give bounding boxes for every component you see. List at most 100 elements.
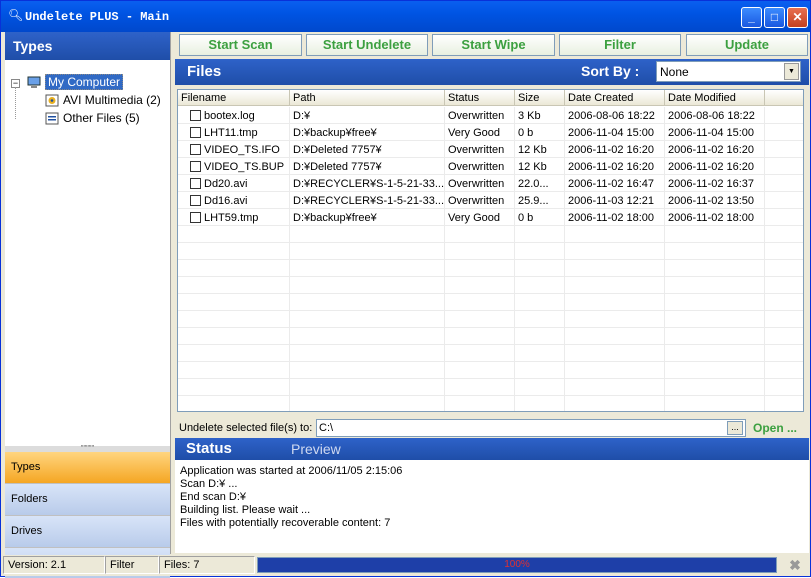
col-size[interactable]: Size — [515, 90, 565, 105]
table-cell — [565, 379, 665, 396]
start-undelete-button[interactable]: Start Undelete — [306, 34, 428, 56]
col-date-modified[interactable]: Date Modified — [665, 90, 765, 105]
table-row[interactable]: LHT59.tmp D:¥backup¥free¥ Very Good 0 b 2006… — [178, 209, 803, 226]
type-tree: − My Computer AVI Multimedia (2) Other F… — [5, 60, 170, 446]
table-row[interactable]: VIDEO_TS.BUP D:¥Deleted 7757¥ Overwritten 1… — [178, 158, 803, 175]
table-cell — [565, 311, 665, 328]
cancel-icon[interactable]: ✖ — [787, 557, 803, 573]
table-cell: Overwritten — [445, 107, 515, 124]
row-checkbox[interactable] — [190, 161, 201, 172]
cell-text: VIDEO_TS.IFO — [204, 144, 280, 156]
table-cell: 2006-11-02 13:50 — [665, 192, 765, 209]
table-cell: VIDEO_TS.BUP — [178, 158, 290, 175]
table-row[interactable]: Dd16.avi D:¥RECYCLER¥S-1-5-21-33... Overwr… — [178, 192, 803, 209]
tree-line — [15, 87, 16, 119]
sort-by-select[interactable]: None ▼ — [656, 61, 801, 82]
table-cell — [565, 226, 665, 243]
table-cell — [290, 277, 445, 294]
browse-button[interactable]: ... — [727, 421, 743, 435]
table-cell — [178, 328, 290, 345]
cell-text: D:¥ — [293, 110, 311, 122]
start-scan-button[interactable]: Start Scan — [179, 34, 302, 56]
table-cell: Overwritten — [445, 158, 515, 175]
tab-preview[interactable]: Preview — [291, 441, 341, 457]
table-cell — [178, 294, 290, 311]
nav-folders-button[interactable]: Folders — [5, 484, 170, 516]
col-status[interactable]: Status — [445, 90, 515, 105]
table-cell — [765, 243, 803, 260]
table-cell — [765, 294, 803, 311]
table-cell — [765, 260, 803, 277]
cell-text: bootex.log — [204, 110, 255, 122]
chevron-down-icon[interactable]: ▼ — [784, 63, 799, 80]
tree-item-other-files[interactable]: Other Files (5) — [45, 111, 140, 125]
update-button[interactable]: Update — [686, 34, 808, 56]
table-cell — [565, 396, 665, 411]
table-cell: Overwritten — [445, 192, 515, 209]
cell-text: D:¥Deleted 7757¥ — [293, 144, 382, 156]
table-cell — [665, 311, 765, 328]
table-cell — [765, 362, 803, 379]
table-cell — [515, 311, 565, 328]
table-row[interactable]: bootex.log D:¥ Overwritten 3 Kb 2006-08-06 1… — [178, 107, 803, 124]
cell-text: 2006-11-02 18:00 — [668, 212, 755, 224]
table-cell: 25.9... — [515, 192, 565, 209]
cell-text: 22.0... — [518, 178, 549, 190]
cell-text: LHT59.tmp — [204, 212, 259, 224]
row-checkbox[interactable] — [190, 110, 201, 121]
table-cell: D:¥backup¥free¥ — [290, 124, 445, 141]
tree-item-avi-multimedia[interactable]: AVI Multimedia (2) — [45, 93, 161, 107]
tree-item-my-computer[interactable]: My Computer — [27, 74, 124, 90]
table-cell: 2006-11-02 16:20 — [565, 158, 665, 175]
cell-text: D:¥backup¥free¥ — [293, 212, 377, 224]
table-row[interactable]: LHT11.tmp D:¥backup¥free¥ Very Good 0 b 2006… — [178, 124, 803, 141]
tab-status[interactable]: Status — [186, 440, 232, 457]
maximize-button[interactable]: □ — [764, 7, 785, 28]
table-cell — [765, 277, 803, 294]
destination-input[interactable]: C:\ ... — [316, 419, 746, 437]
table-row — [178, 396, 803, 411]
nav-drives-button[interactable]: Drives — [5, 516, 170, 548]
table-cell — [565, 243, 665, 260]
row-checkbox[interactable] — [190, 195, 201, 206]
table-cell — [565, 294, 665, 311]
col-filename[interactable]: Filename — [178, 90, 290, 105]
table-cell — [765, 107, 803, 124]
minimize-button[interactable]: _ — [741, 7, 762, 28]
cell-text: 2006-11-02 16:20 — [568, 144, 655, 156]
table-cell — [290, 294, 445, 311]
cell-text: 2006-11-02 16:20 — [668, 144, 755, 156]
table-cell: D:¥RECYCLER¥S-1-5-21-33... — [290, 192, 445, 209]
table-cell: 2006-11-02 18:00 — [565, 209, 665, 226]
table-row[interactable]: Dd20.avi D:¥RECYCLER¥S-1-5-21-33... Overwr… — [178, 175, 803, 192]
table-cell — [515, 362, 565, 379]
table-cell: LHT59.tmp — [178, 209, 290, 226]
log-line: Application was started at 2006/11/05 2:… — [180, 465, 403, 477]
table-cell: 2006-08-06 18:22 — [665, 107, 765, 124]
title-bar[interactable]: 🔍︎ Undelete PLUS - Main _ □ ✕ — [1, 1, 810, 32]
cell-text: 0 b — [518, 212, 534, 224]
table-cell — [445, 226, 515, 243]
table-cell — [665, 396, 765, 411]
table-cell — [765, 175, 803, 192]
start-wipe-button[interactable]: Start Wipe — [432, 34, 555, 56]
row-checkbox[interactable] — [190, 127, 201, 138]
table-row[interactable]: VIDEO_TS.IFO D:¥Deleted 7757¥ Overwritten 1… — [178, 141, 803, 158]
cell-text: Overwritten — [448, 144, 505, 156]
col-date-created[interactable]: Date Created — [565, 90, 665, 105]
tree-label: Other Files (5) — [63, 111, 140, 125]
table-cell: 3 Kb — [515, 107, 565, 124]
table-cell — [515, 396, 565, 411]
cell-text: Very Good — [448, 127, 500, 139]
row-checkbox[interactable] — [190, 212, 201, 223]
table-row — [178, 379, 803, 396]
cell-text: 2006-11-02 13:50 — [668, 195, 755, 207]
filter-button[interactable]: Filter — [559, 34, 681, 56]
row-checkbox[interactable] — [190, 178, 201, 189]
cell-text: 2006-08-06 18:22 — [568, 110, 655, 122]
col-path[interactable]: Path — [290, 90, 445, 105]
close-button[interactable]: ✕ — [787, 7, 808, 28]
nav-types-button[interactable]: Types — [5, 452, 170, 484]
row-checkbox[interactable] — [190, 144, 201, 155]
open-link[interactable]: Open ... — [753, 421, 797, 435]
